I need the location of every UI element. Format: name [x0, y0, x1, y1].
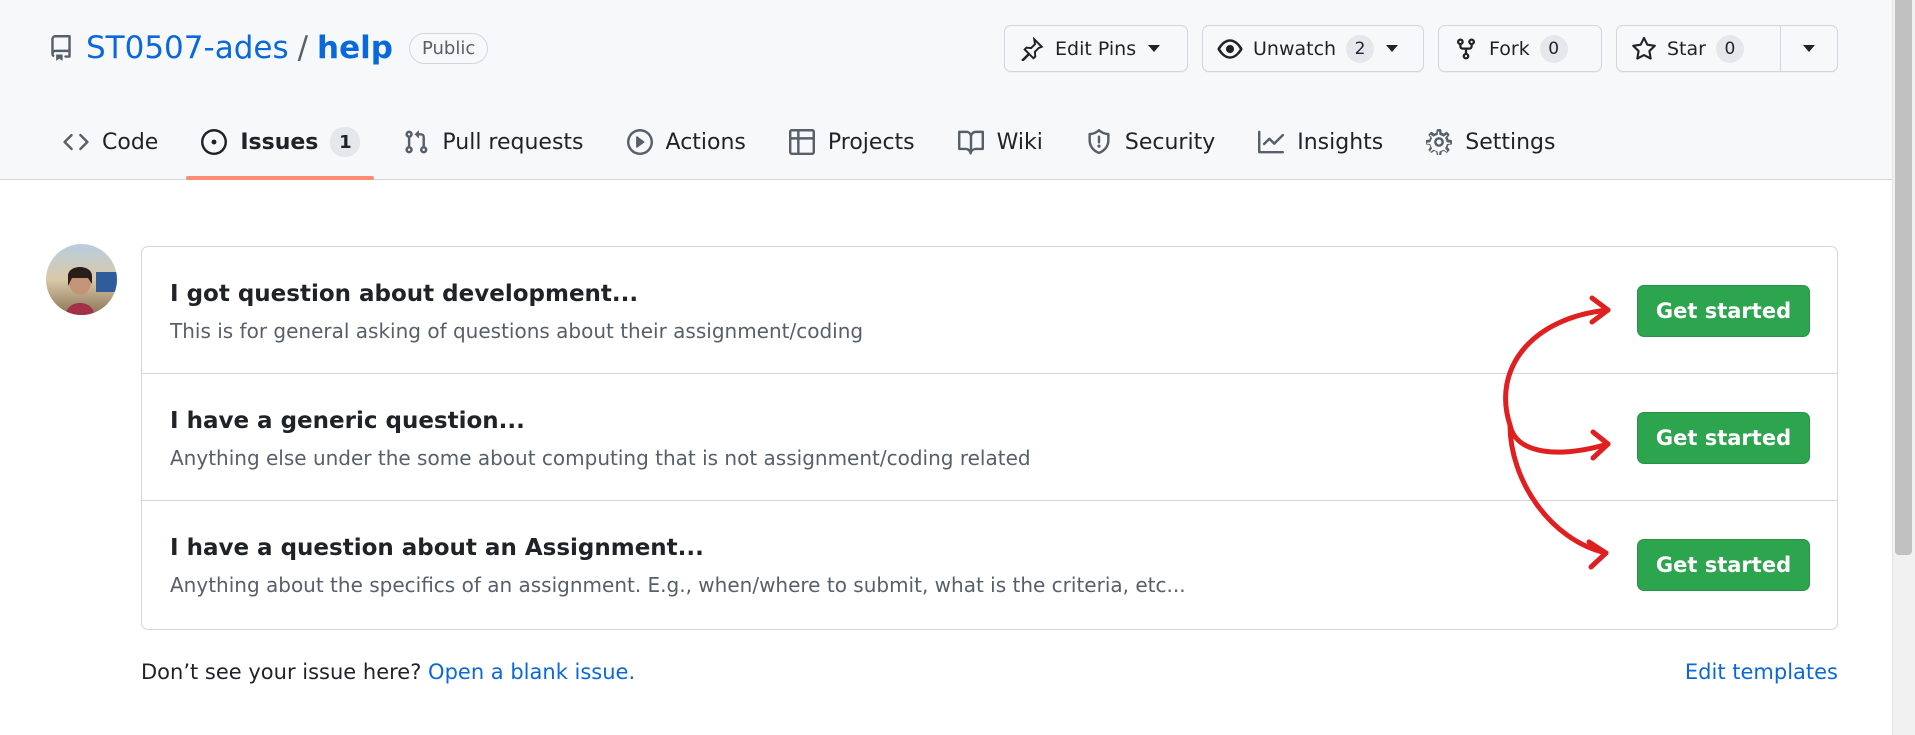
list-item: I have a generic question... Anything el… — [142, 374, 1837, 501]
eye-icon — [1217, 36, 1243, 62]
star-button[interactable]: Star 0 — [1616, 25, 1781, 72]
star-count: 0 — [1715, 34, 1744, 63]
star-label: Star — [1667, 37, 1706, 60]
gear-icon — [1425, 128, 1453, 156]
play-icon — [626, 128, 654, 156]
get-started-button[interactable]: Get started — [1637, 539, 1810, 591]
tab-label: Actions — [665, 129, 746, 155]
star-button-group: Star 0 — [1616, 25, 1838, 72]
star-list-dropdown-button[interactable] — [1781, 25, 1838, 72]
tab-actions[interactable]: Actions — [612, 118, 760, 166]
tab-label: Insights — [1297, 129, 1384, 155]
avatar[interactable] — [46, 244, 117, 315]
repo-name-link[interactable]: help — [317, 30, 393, 66]
edit-pins-label: Edit Pins — [1055, 37, 1137, 60]
repo-owner-link[interactable]: ST0507-ades — [86, 30, 289, 66]
book-icon — [957, 128, 985, 156]
repo-actions: Edit Pins Unwatch 2 Fork 0 Star 0 — [1004, 25, 1838, 72]
table-icon — [788, 128, 816, 156]
tab-settings[interactable]: Settings — [1411, 118, 1569, 166]
chevron-down-icon — [1386, 45, 1399, 52]
scrollbar-thumb[interactable] — [1895, 0, 1912, 555]
edit-templates-link[interactable]: Edit templates — [1685, 660, 1838, 684]
scrollbar[interactable] — [1892, 0, 1915, 735]
fork-icon — [1453, 36, 1479, 62]
tab-wiki[interactable]: Wiki — [943, 118, 1057, 166]
unwatch-label: Unwatch — [1253, 37, 1337, 60]
edit-pins-button[interactable]: Edit Pins — [1004, 25, 1188, 72]
tab-label: Issues — [240, 129, 319, 155]
tab-label: Projects — [827, 129, 915, 155]
pull-request-icon — [402, 128, 430, 156]
list-item: I got question about development... This… — [142, 247, 1837, 374]
shield-icon — [1085, 128, 1113, 156]
chevron-down-icon — [1803, 45, 1815, 52]
template-description: Anything else under the some about compu… — [170, 446, 1031, 470]
tab-label: Wiki — [996, 129, 1043, 155]
unwatch-button[interactable]: Unwatch 2 — [1202, 25, 1424, 72]
visibility-badge: Public — [408, 32, 489, 64]
repo-icon — [48, 35, 74, 61]
tab-label: Code — [102, 129, 159, 155]
open-blank-issue-link[interactable]: Open a blank issue. — [428, 660, 635, 684]
repo-header: ST0507-ades / help Public Edit Pins Unwa… — [0, 0, 1892, 180]
star-icon — [1631, 36, 1657, 62]
get-started-button[interactable]: Get started — [1637, 412, 1810, 464]
issues-count: 1 — [330, 127, 361, 157]
fork-button[interactable]: Fork 0 — [1438, 25, 1602, 72]
template-title: I have a generic question... — [170, 408, 525, 434]
tab-insights[interactable]: Insights — [1243, 118, 1397, 166]
get-started-button[interactable]: Get started — [1637, 285, 1810, 337]
footer-note: Don’t see your issue here? Open a blank … — [141, 660, 635, 684]
template-title: I got question about development... — [170, 281, 639, 307]
tab-label: Pull requests — [442, 129, 584, 155]
tab-projects[interactable]: Projects — [774, 118, 929, 166]
fork-count: 0 — [1539, 34, 1568, 63]
issue-template-list: I got question about development... This… — [141, 246, 1838, 630]
issue-icon — [200, 128, 228, 156]
path-separator: / — [297, 30, 309, 66]
tab-label: Settings — [1465, 129, 1556, 155]
code-icon — [62, 128, 90, 156]
chevron-down-icon — [1148, 45, 1161, 52]
tab-pull-requests[interactable]: Pull requests — [388, 118, 597, 166]
watchers-count: 2 — [1346, 34, 1375, 63]
repo-nav-tabs: Code Issues 1 Pull requests Actions Proj… — [48, 118, 1583, 180]
list-item: I have a question about an Assignment...… — [142, 501, 1837, 629]
tab-security[interactable]: Security — [1071, 118, 1229, 166]
pin-icon — [1019, 36, 1045, 62]
graph-icon — [1257, 128, 1285, 156]
footer-prompt: Don’t see your issue here? — [141, 660, 422, 684]
repo-title: ST0507-ades / help Public — [48, 26, 489, 70]
tab-code[interactable]: Code — [48, 118, 172, 166]
fork-label: Fork — [1489, 37, 1530, 60]
tab-issues[interactable]: Issues 1 — [186, 118, 375, 180]
template-title: I have a question about an Assignment... — [170, 535, 704, 561]
template-description: Anything about the specifics of an assig… — [170, 573, 1186, 597]
tab-label: Security — [1124, 129, 1216, 155]
template-description: This is for general asking of questions … — [170, 319, 864, 343]
